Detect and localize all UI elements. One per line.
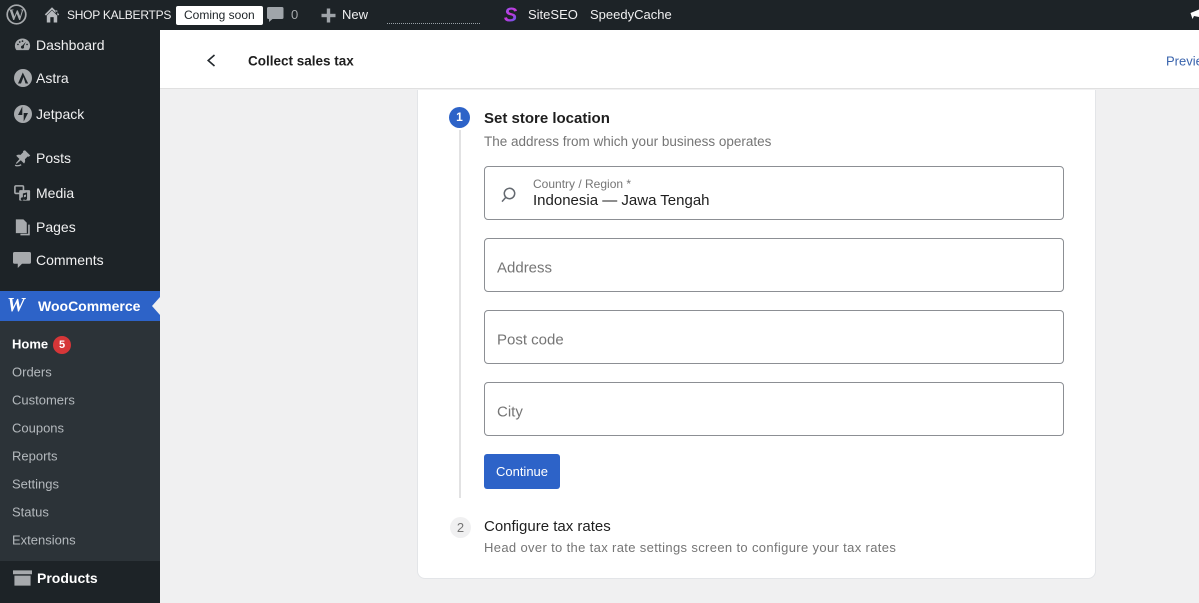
svg-text:S: S <box>504 5 518 25</box>
svg-text:W: W <box>9 7 25 24</box>
